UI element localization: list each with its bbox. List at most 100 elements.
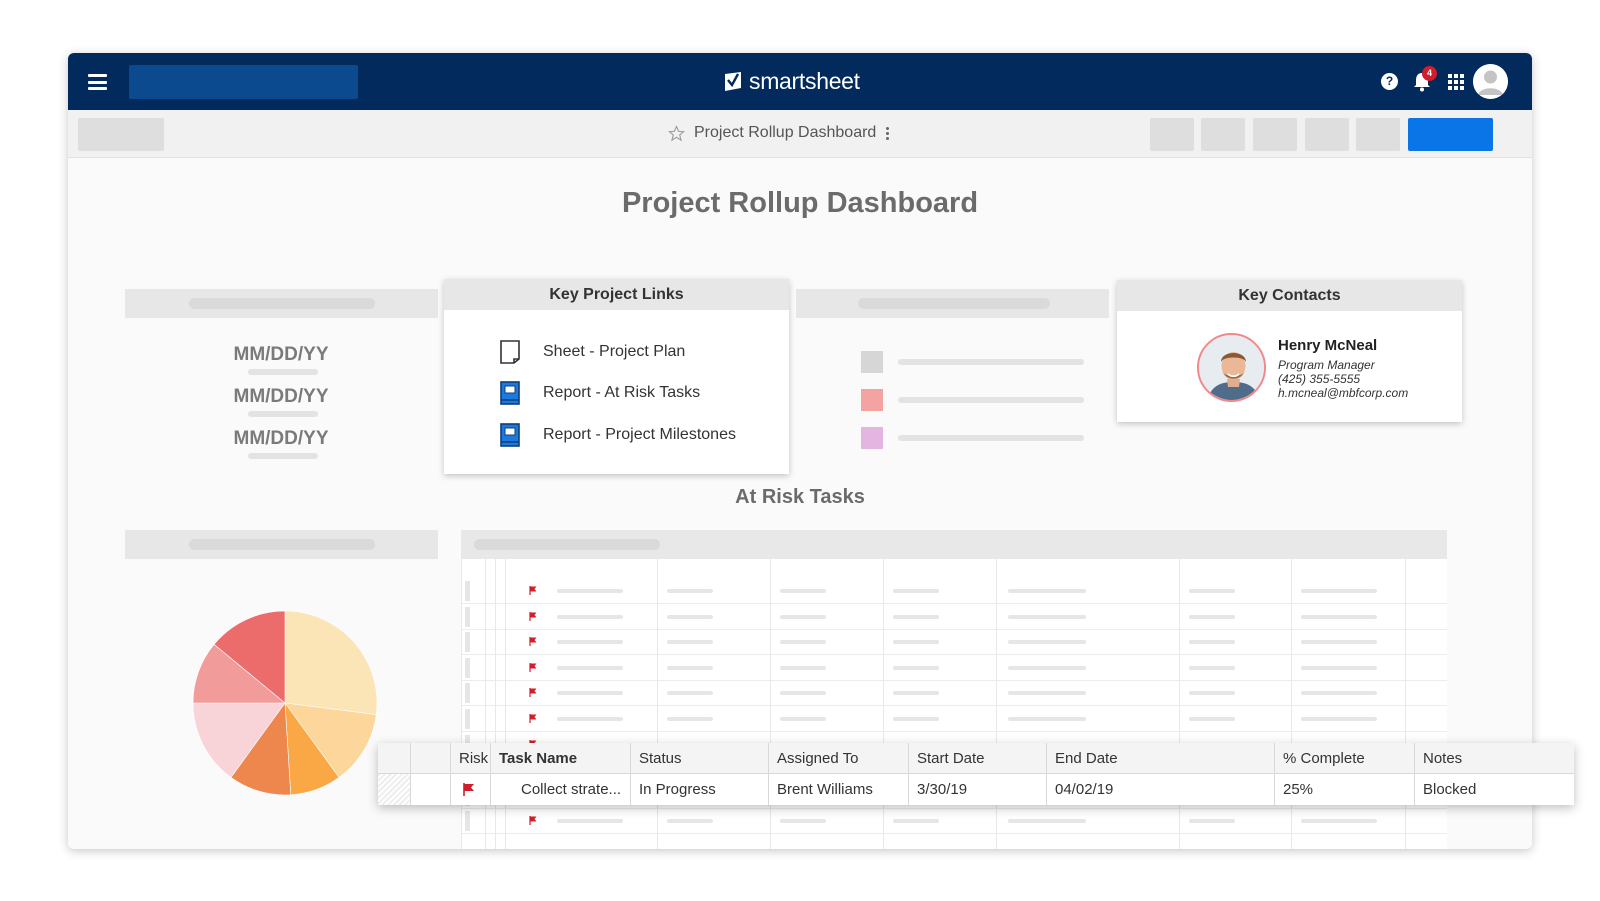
cell-placeholder	[557, 614, 623, 619]
header-cell-status[interactable]: Status	[631, 743, 769, 774]
sheet-icon	[500, 340, 520, 364]
pie-chart	[190, 608, 380, 798]
risk-flag-icon	[529, 688, 537, 698]
header-cell-assigned-to[interactable]: Assigned To	[769, 743, 909, 774]
row-number-cell	[465, 683, 470, 704]
cell-placeholder	[667, 665, 713, 670]
toolbar-placeholder-button[interactable]	[78, 118, 164, 151]
row-cell-start-date[interactable]: 3/30/19	[909, 774, 1047, 805]
date-label-2: MM/DD/YY	[233, 386, 329, 407]
search-input[interactable]	[129, 65, 358, 99]
cell-placeholder	[1008, 691, 1086, 696]
date-underline	[248, 369, 318, 375]
cell-placeholder	[780, 614, 826, 619]
header-placeholder	[189, 298, 375, 309]
header-cell-end-date[interactable]: End Date	[1047, 743, 1275, 774]
cell-placeholder	[893, 640, 939, 645]
cell-placeholder	[1301, 691, 1377, 696]
row-number-cell	[465, 811, 470, 832]
toolbar-button-4[interactable]	[1305, 118, 1349, 151]
cell-placeholder	[1301, 640, 1377, 645]
grid-row	[461, 808, 1447, 835]
legend-line	[898, 435, 1084, 441]
grid-row	[461, 578, 1447, 604]
pie-slice	[284, 610, 378, 715]
cell-placeholder	[667, 589, 713, 593]
row-cell-assigned-to[interactable]: Brent Williams	[769, 774, 909, 805]
cell-placeholder	[1008, 717, 1086, 721]
row-number-cell	[465, 709, 470, 729]
grid-column-divider	[1179, 559, 1180, 849]
row-cell-status[interactable]: In Progress	[631, 774, 769, 805]
cell-placeholder	[893, 589, 939, 593]
share-button[interactable]	[1408, 118, 1493, 151]
grid-column-divider	[1405, 559, 1406, 849]
menu-icon[interactable]	[88, 74, 107, 90]
brand-name: smartsheet	[749, 67, 860, 94]
cell-placeholder	[557, 665, 623, 670]
header-cell-start-date[interactable]: Start Date	[909, 743, 1047, 774]
report-icon	[500, 381, 520, 405]
cell-placeholder	[893, 614, 939, 619]
toolbar-button-2[interactable]	[1201, 118, 1245, 151]
floating-task-row: Risk Task Name Status Assigned To Start …	[378, 743, 1574, 805]
key-project-links-widget: Key Project Links Sheet - Project Plan R…	[444, 279, 789, 474]
row-cell-risk[interactable]	[451, 774, 491, 805]
link-report-at-risk-tasks[interactable]: Report - At Risk Tasks	[499, 381, 700, 405]
cell-placeholder	[780, 717, 826, 721]
header-cell-percent-complete[interactable]: % Complete	[1275, 743, 1415, 774]
notification-count-badge: 4	[1422, 66, 1437, 81]
favorite-star-icon[interactable]	[668, 124, 685, 142]
user-avatar[interactable]	[1473, 64, 1508, 99]
row-drag-handle[interactable]	[378, 774, 411, 805]
grid-row	[461, 706, 1447, 732]
legend-swatch-2	[861, 389, 883, 411]
contact-role: Program Manager	[1278, 358, 1375, 372]
header-cell-task-name[interactable]: Task Name	[491, 743, 631, 774]
row-cell-notes[interactable]: Blocked	[1415, 774, 1574, 805]
legend-line	[898, 359, 1084, 365]
task-row[interactable]: Collect strate... In Progress Brent Will…	[378, 774, 1574, 805]
link-label: Report - Project Milestones	[543, 426, 736, 443]
app-launcher-icon[interactable]	[1448, 74, 1464, 90]
header-cell-notes[interactable]: Notes	[1415, 743, 1574, 774]
more-options-icon[interactable]	[886, 126, 890, 140]
cell-placeholder	[1189, 819, 1235, 824]
person-portrait-icon	[1199, 335, 1264, 400]
row-cell-end-date[interactable]: 04/02/19	[1047, 774, 1275, 805]
cell-placeholder	[557, 640, 623, 645]
key-links-header: Key Project Links	[444, 279, 789, 310]
grid-row	[461, 680, 1447, 707]
row-cell-percent-complete[interactable]: 25%	[1275, 774, 1415, 805]
header-cell-blank	[378, 743, 411, 774]
date-underline	[248, 453, 318, 459]
row-cell-task-name[interactable]: Collect strate...	[491, 774, 631, 805]
cell-placeholder	[667, 691, 713, 696]
link-report-project-milestones[interactable]: Report - Project Milestones	[499, 423, 736, 447]
link-sheet-project-plan[interactable]: Sheet - Project Plan	[499, 340, 685, 364]
grid-row	[461, 629, 1447, 656]
cell-placeholder	[893, 819, 939, 824]
cell-placeholder	[557, 589, 623, 593]
legend-line	[898, 397, 1084, 403]
contact-email-link[interactable]: h.mcneal@mbfcorp.com	[1278, 386, 1408, 400]
header-cell-risk[interactable]: Risk	[451, 743, 491, 774]
cell-placeholder	[667, 640, 713, 645]
cell-placeholder	[1189, 589, 1235, 593]
grid-column-divider	[883, 559, 884, 849]
cell-placeholder	[667, 717, 713, 721]
grid-column-divider	[996, 559, 997, 849]
cell-placeholder	[780, 640, 826, 645]
sheet-title: Project Rollup Dashboard	[694, 124, 877, 141]
toolbar-button-1[interactable]	[1150, 118, 1194, 151]
link-label: Report - At Risk Tasks	[543, 384, 701, 401]
contact-name: Henry McNeal	[1278, 337, 1378, 354]
cell-placeholder	[1008, 665, 1086, 670]
row-number-cell	[465, 632, 470, 653]
smartsheet-logo-icon	[725, 71, 741, 91]
cell-placeholder	[667, 614, 713, 619]
toolbar-button-3[interactable]	[1253, 118, 1297, 151]
toolbar-button-5[interactable]	[1356, 118, 1400, 151]
header-cell-blank	[411, 743, 451, 774]
help-icon[interactable]: ?	[1381, 73, 1398, 90]
